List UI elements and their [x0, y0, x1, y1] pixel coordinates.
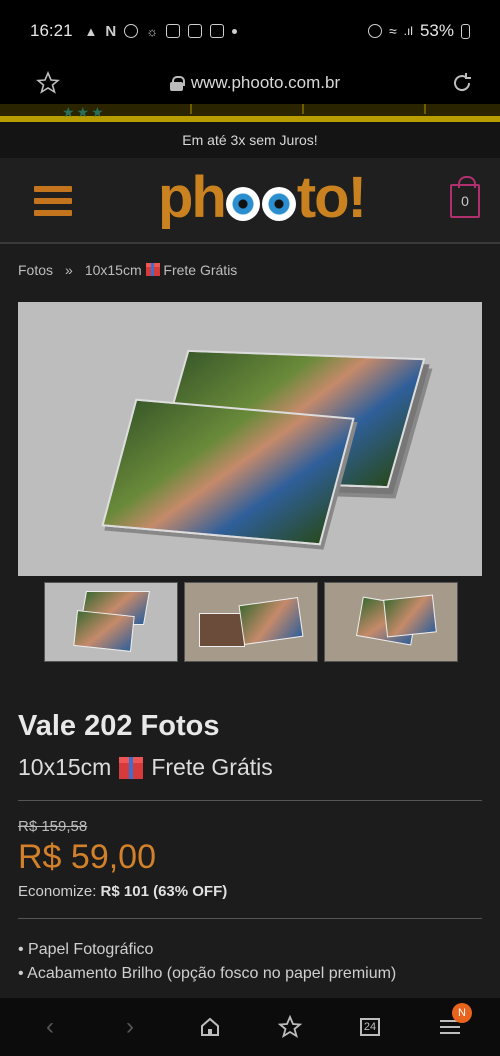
- cart-button[interactable]: 0: [450, 176, 480, 218]
- signal-icon: .ıl: [403, 24, 413, 38]
- product-main-image[interactable]: [18, 302, 482, 576]
- stars-decoration: ★★★: [62, 104, 106, 120]
- breadcrumb-root[interactable]: Fotos: [18, 262, 53, 278]
- old-price: R$ 159,58: [18, 818, 88, 835]
- divider: [18, 918, 482, 919]
- thumbnail-1[interactable]: [44, 582, 178, 662]
- status-bar: 16:21 ▲ N ☼ ≈ .ıl 53%: [0, 0, 500, 62]
- wifi-icon: ≈: [388, 23, 397, 39]
- bookmarks-button[interactable]: [270, 1007, 310, 1047]
- feature-item: • Acabamento Brilho (opção fosco no pape…: [18, 965, 397, 982]
- menu-icon[interactable]: [34, 186, 72, 216]
- promo-text: Em até 3x sem Juros!: [182, 132, 318, 148]
- battery-icon: [461, 23, 470, 39]
- browser-bottom-nav: ‹ › 24 N: [0, 998, 500, 1056]
- product-title: Vale 202 Fotos: [18, 710, 220, 742]
- gift-icon: [119, 756, 144, 779]
- reload-icon[interactable]: [450, 71, 474, 95]
- gift-icon: [145, 263, 160, 276]
- bookmark-star-icon[interactable]: [36, 71, 60, 95]
- promo-banner: Em até 3x sem Juros!: [0, 122, 500, 158]
- instagram-icon-2: [188, 24, 203, 38]
- phooto-logo[interactable]: ph to!: [158, 164, 367, 231]
- bookmarks-star-icon: [278, 1015, 302, 1038]
- clock-icon: [367, 24, 382, 38]
- alarm-icon: ▲: [84, 23, 98, 39]
- home-button[interactable]: [190, 1007, 230, 1047]
- chevron-left-icon: ‹: [46, 1013, 54, 1040]
- forward-button[interactable]: ›: [110, 1007, 150, 1047]
- tabs-button[interactable]: 24: [350, 1007, 390, 1047]
- thumbnail-2[interactable]: [184, 582, 318, 662]
- feature-item: • Papel Fotográfico: [18, 941, 154, 958]
- dot-icon: [232, 28, 238, 34]
- instagram-icon: [166, 24, 181, 38]
- breadcrumb: Fotos » 10x15cm Frete Grátis: [18, 262, 237, 278]
- system-icons: ≈ .ıl 53%: [367, 21, 470, 41]
- current-price: R$ 59,00: [18, 838, 156, 876]
- product-shipping: Frete Grátis: [151, 754, 273, 780]
- url-field[interactable]: www.phooto.com.br: [169, 73, 341, 93]
- top-decorative-stripe: ★★★: [0, 104, 500, 122]
- dfr-icon: [124, 24, 139, 38]
- browser-address-bar: www.phooto.com.br: [0, 62, 500, 104]
- chevron-right-icon: ›: [126, 1013, 134, 1040]
- battery-percent: 53%: [419, 21, 454, 40]
- notification-icons: ▲ N ☼: [85, 23, 238, 40]
- product-subtitle: 10x15cm Frete Grátis: [18, 754, 273, 781]
- back-button[interactable]: ‹: [30, 1007, 70, 1047]
- divider: [18, 800, 482, 801]
- thumbnail-3[interactable]: [324, 582, 458, 662]
- url-text: www.phooto.com.br: [190, 73, 341, 92]
- notification-badge: N: [452, 1003, 472, 1023]
- tabs-count: 24: [360, 1018, 380, 1036]
- feature-list: • Papel Fotográfico • Acabamento Brilho …: [18, 938, 396, 986]
- cloud-icon: ☼: [146, 23, 159, 39]
- savings-info: Economize: R$ 101 (63% OFF): [18, 883, 227, 900]
- status-time: 16:21: [30, 21, 73, 40]
- breadcrumb-separator: »: [65, 262, 73, 278]
- savings-value: R$ 101 (63% OFF): [100, 883, 228, 900]
- n-icon: N: [105, 22, 117, 40]
- savings-label: Economize:: [18, 883, 97, 900]
- lock-icon: [169, 75, 185, 91]
- cart-count: 0: [461, 193, 469, 209]
- mail-icon: [210, 24, 225, 38]
- thumbnail-list: [44, 582, 458, 662]
- home-icon: [201, 1017, 219, 1036]
- browser-menu-button[interactable]: N: [430, 1003, 472, 1047]
- product-size: 10x15cm: [18, 754, 112, 780]
- site-header: ph to! 0: [0, 158, 500, 244]
- breadcrumb-current: 10x15cm Frete Grátis: [84, 262, 238, 278]
